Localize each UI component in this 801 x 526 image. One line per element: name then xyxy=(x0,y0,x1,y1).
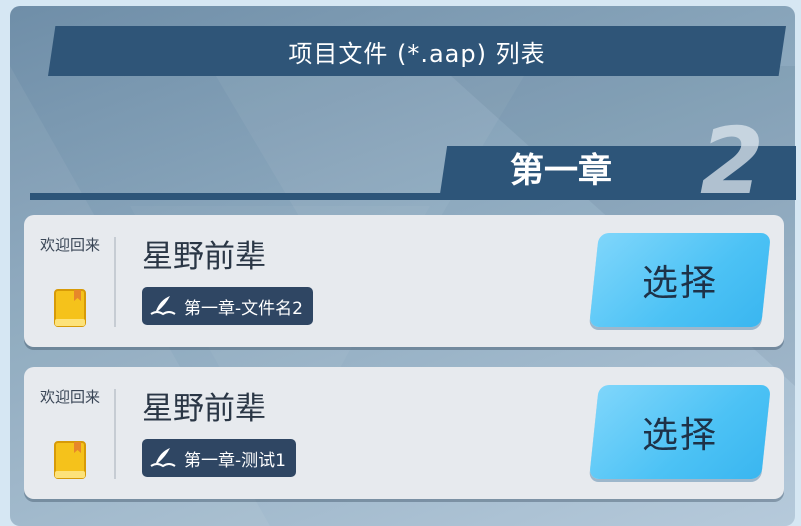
select-button[interactable]: 选择 xyxy=(589,233,771,327)
feather-book-icon xyxy=(150,448,176,468)
chapter-number: 2 xyxy=(699,108,764,215)
chapter-title: 第一章 xyxy=(510,151,612,191)
feather-book-icon xyxy=(150,296,176,316)
file-name: 第一章-测试1 xyxy=(184,450,286,471)
save-file-card: 欢迎回来 星野前辈 第一章-文件名2 选择 xyxy=(24,215,784,347)
save-file-card: 欢迎回来 星野前辈 第一章-测试1 选择 xyxy=(24,367,784,499)
player-name: 星野前辈 xyxy=(142,391,266,427)
card-divider xyxy=(114,389,116,479)
welcome-label: 欢迎回来 xyxy=(40,236,101,254)
header-title: 项目文件 (*.aap) 列表 xyxy=(288,39,546,68)
chapter-divider xyxy=(30,193,796,200)
select-button-label: 选择 xyxy=(641,263,718,304)
file-tag: 第一章-测试1 xyxy=(142,439,296,477)
header-bar: 项目文件 (*.aap) 列表 xyxy=(48,26,786,76)
file-tag: 第一章-文件名2 xyxy=(142,287,313,325)
book-icon xyxy=(54,289,86,327)
file-name: 第一章-文件名2 xyxy=(184,298,303,319)
card-divider xyxy=(114,237,116,327)
select-button[interactable]: 选择 xyxy=(589,385,771,479)
player-name: 星野前辈 xyxy=(142,239,266,275)
welcome-label: 欢迎回来 xyxy=(40,388,101,406)
book-icon xyxy=(54,441,86,479)
select-button-label: 选择 xyxy=(641,415,718,456)
